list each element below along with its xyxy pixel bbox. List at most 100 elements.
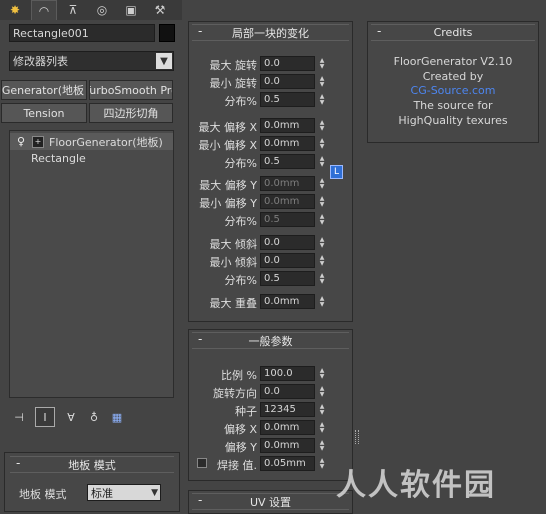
param-spinner-field[interactable]: 0.5 bbox=[260, 271, 315, 286]
general-rollout: - 一般参数 比例 % 100.0 ▲ ▼ 旋转方向 0.0 ▲ ▼ 种子 12345 ▲ ▼ 偏移 X… bbox=[188, 329, 353, 481]
rollout-title: Credits bbox=[433, 26, 473, 39]
spinner-arrows-icon[interactable]: ▲ ▼ bbox=[317, 366, 327, 381]
param-spinner-field[interactable]: 0.5 bbox=[260, 92, 315, 107]
spinner-arrows-icon[interactable]: ▲ ▼ bbox=[317, 74, 327, 89]
credits-version: FloorGenerator V2.10 bbox=[393, 55, 513, 68]
param-spinner-field[interactable]: 0.0 bbox=[260, 74, 315, 89]
param-label: 分布% bbox=[224, 95, 257, 108]
spinner-arrows-icon[interactable]: ▲ ▼ bbox=[317, 154, 327, 169]
param-label: 最大 重叠 bbox=[209, 297, 258, 310]
modifier-button-tension[interactable]: Tension bbox=[1, 103, 87, 123]
param-spinner-field[interactable]: 100.0 bbox=[260, 366, 315, 381]
spinner-arrows-icon[interactable]: ▲ ▼ bbox=[317, 402, 327, 417]
configure-sets-icon[interactable]: ▦ bbox=[107, 411, 127, 424]
show-end-result-icon[interactable]: I bbox=[35, 407, 55, 427]
spinner-arrows-icon[interactable]: ▲ ▼ bbox=[317, 136, 327, 151]
param-spinner-field[interactable]: 0.0 bbox=[260, 235, 315, 250]
stack-item-label: FloorGenerator(地板) bbox=[49, 135, 163, 149]
modifier-button-floorgenerator[interactable]: oorGenerator(地板 bbox=[1, 80, 87, 100]
pin-stack-icon[interactable]: ⊣ bbox=[9, 411, 29, 424]
spinner-arrows-icon[interactable]: ▲ ▼ bbox=[317, 438, 327, 453]
spinner-arrows-icon[interactable]: ▲ ▼ bbox=[317, 253, 327, 268]
param-label: 最小 倾斜 bbox=[209, 256, 258, 269]
floor-mode-select[interactable]: 标准 ▼ bbox=[87, 484, 161, 501]
param-label: 分布% bbox=[224, 215, 257, 228]
panel-scroll-grip[interactable] bbox=[355, 430, 359, 444]
remove-modifier-icon[interactable]: ♁ bbox=[87, 411, 101, 424]
param-spinner-field[interactable]: 0.5 bbox=[260, 154, 315, 169]
rollout-title: 地板 模式 bbox=[68, 458, 116, 472]
expand-plus-icon[interactable]: + bbox=[32, 135, 44, 148]
param-label: 种子 bbox=[235, 405, 257, 418]
param-spinner-field[interactable]: 12345 bbox=[260, 402, 315, 417]
modifier-button-turbosmooth[interactable]: TurboSmooth Pro bbox=[89, 80, 173, 100]
param-spinner-field[interactable]: 0.5 bbox=[260, 212, 315, 227]
param-spinner-field[interactable]: 0.0 bbox=[260, 384, 315, 399]
credits-rollout-header[interactable]: - Credits bbox=[371, 24, 535, 41]
param-spinner-field[interactable]: 0.0mm bbox=[260, 194, 315, 209]
motion-tab-icon[interactable]: ◎ bbox=[89, 0, 115, 20]
credits-link[interactable]: CG-Source.com bbox=[372, 84, 534, 97]
stack-item-floorgenerator[interactable]: ♀ + FloorGenerator(地板) bbox=[10, 133, 173, 150]
param-spinner-field[interactable]: 0.0 bbox=[260, 56, 315, 71]
weld-checkbox[interactable] bbox=[197, 458, 207, 468]
spinner-arrows-icon[interactable]: ▲ ▼ bbox=[317, 194, 327, 209]
make-unique-icon[interactable]: ∀ bbox=[61, 411, 81, 424]
param-label: 最大 旋转 bbox=[209, 59, 258, 72]
param-label: 最大 倾斜 bbox=[209, 238, 258, 251]
spinner-arrows-icon[interactable]: ▲ ▼ bbox=[317, 384, 327, 399]
param-spinner-field[interactable]: 0.0mm bbox=[260, 176, 315, 191]
credits-created-by: Created by bbox=[422, 70, 484, 83]
param-spinner-field[interactable]: 0.0mm bbox=[260, 136, 315, 151]
spinner-arrows-icon[interactable]: ▲ ▼ bbox=[317, 420, 327, 435]
random-rollout-header[interactable]: - 局部一块的变化 bbox=[192, 24, 349, 41]
floor-mode-value: 标准 bbox=[91, 486, 113, 500]
general-rollout-header[interactable]: - 一般参数 bbox=[192, 332, 349, 349]
credits-tagline-1: The source for bbox=[413, 99, 493, 112]
param-label: 分布% bbox=[224, 274, 257, 287]
rollout-title: UV 设置 bbox=[249, 495, 292, 509]
modifier-stack[interactable]: ♀ + FloorGenerator(地板) Rectangle bbox=[9, 130, 174, 398]
spinner-arrows-icon[interactable]: ▲ ▼ bbox=[317, 271, 327, 286]
param-spinner-field[interactable]: 0.05mm bbox=[260, 456, 315, 471]
hierarchy-tab-icon[interactable]: ⊼ bbox=[60, 0, 86, 20]
rollout-title: 局部一块的变化 bbox=[232, 26, 309, 40]
param-label: 分布% bbox=[224, 157, 257, 170]
modifier-button-quad-chamfer[interactable]: 四边形切角 bbox=[89, 103, 173, 123]
command-panel-tabs: ✸ ◠ ⊼ ◎ ▣ ⚒ bbox=[0, 0, 182, 20]
modify-tab-icon[interactable]: ◠ bbox=[31, 0, 57, 20]
create-tab-icon[interactable]: ✸ bbox=[2, 0, 28, 20]
object-name-field[interactable]: Rectangle001 bbox=[9, 24, 155, 42]
param-spinner-field[interactable]: 0.0mm bbox=[260, 438, 315, 453]
param-label: 最小 偏移 X bbox=[198, 139, 257, 152]
spinner-arrows-icon[interactable]: ▲ ▼ bbox=[317, 456, 327, 471]
param-spinner-field[interactable]: 0.0mm bbox=[260, 294, 315, 309]
param-spinner-field[interactable]: 0.0 bbox=[260, 253, 315, 268]
spinner-arrows-icon[interactable]: ▲ ▼ bbox=[317, 235, 327, 250]
lock-button[interactable]: L bbox=[330, 165, 343, 179]
spinner-arrows-icon[interactable]: ▲ ▼ bbox=[317, 92, 327, 107]
spinner-arrows-icon[interactable]: ▲ ▼ bbox=[317, 176, 327, 191]
object-color-swatch[interactable] bbox=[159, 24, 175, 42]
collapse-icon: - bbox=[198, 332, 203, 346]
param-label: 偏移 Y bbox=[224, 441, 257, 454]
uv-rollout-header[interactable]: - UV 设置 bbox=[192, 493, 349, 510]
spinner-arrows-icon[interactable]: ▲ ▼ bbox=[317, 118, 327, 133]
collapse-icon: - bbox=[16, 456, 21, 470]
collapse-icon: - bbox=[198, 24, 203, 38]
lightbulb-icon[interactable]: ♀ bbox=[14, 135, 28, 148]
param-spinner-field[interactable]: 0.0mm bbox=[260, 420, 315, 435]
modifier-list-dropdown[interactable]: 修改器列表 ▼ bbox=[9, 51, 174, 71]
display-tab-icon[interactable]: ▣ bbox=[118, 0, 144, 20]
stack-item-rectangle[interactable]: Rectangle bbox=[10, 150, 173, 167]
param-spinner-field[interactable]: 0.0mm bbox=[260, 118, 315, 133]
spinner-arrows-icon[interactable]: ▲ ▼ bbox=[317, 56, 327, 71]
utilities-tab-icon[interactable]: ⚒ bbox=[147, 0, 173, 20]
collapse-icon: - bbox=[198, 493, 203, 507]
param-label: 最小 旋转 bbox=[209, 77, 258, 90]
spinner-arrows-icon[interactable]: ▲ ▼ bbox=[317, 212, 327, 227]
floor-mode-rollout-header[interactable]: - 地板 模式 bbox=[10, 456, 174, 473]
chevron-down-icon: ▼ bbox=[156, 53, 172, 69]
rollout-title: 一般参数 bbox=[248, 334, 293, 348]
spinner-arrows-icon[interactable]: ▲ ▼ bbox=[317, 294, 327, 309]
